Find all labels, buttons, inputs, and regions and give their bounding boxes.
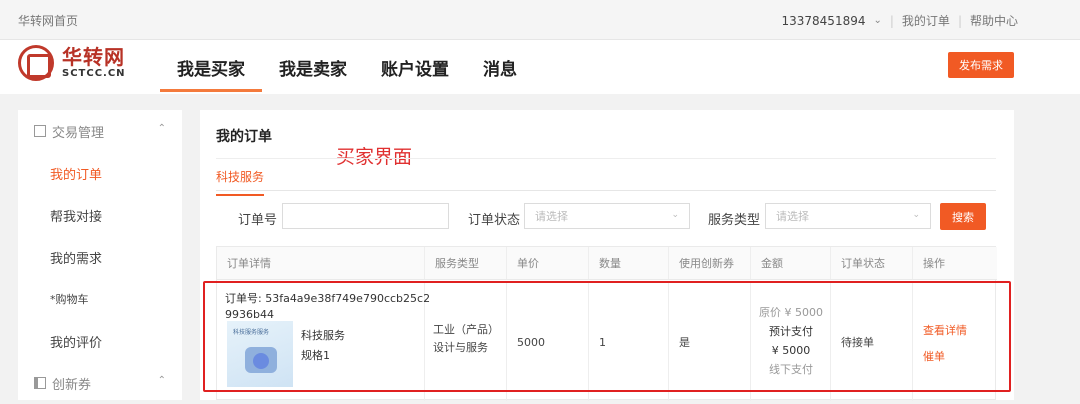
- column-header: 单价: [507, 247, 589, 279]
- grid-icon: [34, 125, 46, 137]
- column-header: 服务类型: [425, 247, 507, 279]
- column-header: 订单状态: [831, 247, 913, 279]
- chevron-up-icon[interactable]: ⌃: [158, 123, 166, 134]
- nav-messages[interactable]: 消息: [466, 40, 534, 94]
- highlight-box: [203, 281, 1011, 392]
- column-header: 操作: [913, 247, 997, 279]
- column-header: 订单详情: [217, 247, 425, 279]
- service-type-label: 服务类型: [708, 213, 761, 228]
- nav-account-settings[interactable]: 账户设置: [364, 40, 466, 94]
- account-phone[interactable]: 13378451894: [782, 14, 866, 28]
- chevron-down-icon[interactable]: ⌄: [873, 15, 881, 26]
- column-header: 使用创新券: [669, 247, 751, 279]
- publish-demand-button[interactable]: 发布需求: [948, 52, 1014, 78]
- separator: |: [889, 13, 894, 28]
- sidebar-item-my-demands[interactable]: 我的需求: [18, 236, 182, 278]
- chevron-up-icon[interactable]: ⌃: [158, 375, 166, 386]
- column-header: 金额: [751, 247, 831, 279]
- sidebar-item-my-orders[interactable]: 我的订单: [18, 152, 182, 194]
- search-button[interactable]: 搜索: [940, 203, 986, 230]
- order-no-input[interactable]: [282, 203, 449, 229]
- sidebar-item-cart[interactable]: *购物车: [18, 278, 182, 320]
- column-header: 数量: [589, 247, 669, 279]
- sidebar-group-trade[interactable]: 交易管理 ⌃: [18, 110, 182, 152]
- order-no-label: 订单号: [238, 213, 278, 228]
- service-type-placeholder: 请选择: [776, 210, 809, 223]
- sidebar-group-voucher[interactable]: 创新券 ⌃: [18, 362, 182, 404]
- order-status-select[interactable]: 请选择 ⌄: [524, 203, 690, 229]
- separator: |: [957, 13, 962, 28]
- nav-buyer[interactable]: 我是买家: [160, 40, 262, 94]
- annotation-label: 买家界面: [336, 146, 413, 168]
- sidebar-group-label: 创新券: [52, 377, 92, 393]
- page-title: 我的订单: [216, 129, 272, 145]
- sidebar-group-label: 交易管理: [52, 125, 105, 141]
- top-bar-right: 13378451894 ⌄ | 我的订单 | 帮助中心: [782, 12, 1019, 29]
- divider: [216, 190, 996, 191]
- sidebar-item-matchmaking[interactable]: 帮我对接: [18, 194, 182, 236]
- logo-text-cn: 华转网: [62, 45, 125, 69]
- header: 华转网 SCTCC.CN 我是买家 我是卖家 账户设置 消息 发布需求: [0, 40, 1080, 94]
- tab-tech-service[interactable]: 科技服务: [216, 168, 265, 196]
- chevron-down-icon: ⌄: [912, 210, 920, 220]
- main-nav: 我是买家 我是卖家 账户设置 消息: [160, 40, 534, 94]
- service-type-select[interactable]: 请选择 ⌄: [765, 203, 931, 229]
- chevron-down-icon: ⌄: [671, 210, 679, 220]
- site-logo[interactable]: 华转网 SCTCC.CN: [18, 45, 126, 81]
- home-link[interactable]: 华转网首页: [18, 12, 78, 29]
- divider: [217, 279, 997, 280]
- logo-text-en: SCTCC.CN: [62, 68, 126, 79]
- my-orders-link[interactable]: 我的订单: [902, 12, 950, 29]
- voucher-icon: [34, 377, 46, 389]
- top-bar: 华转网首页 13378451894 ⌄ | 我的订单 | 帮助中心: [0, 0, 1080, 40]
- divider: [216, 158, 996, 159]
- sidebar-item-my-reviews[interactable]: 我的评价: [18, 320, 182, 362]
- sidebar: 交易管理 ⌃ 我的订单 帮我对接 我的需求 *购物车 我的评价 创新券 ⌃: [18, 110, 182, 400]
- nav-seller[interactable]: 我是卖家: [262, 40, 364, 94]
- logo-icon: [18, 45, 54, 81]
- order-status-label: 订单状态: [468, 213, 521, 228]
- order-status-placeholder: 请选择: [535, 210, 568, 223]
- help-center-link[interactable]: 帮助中心: [970, 12, 1018, 29]
